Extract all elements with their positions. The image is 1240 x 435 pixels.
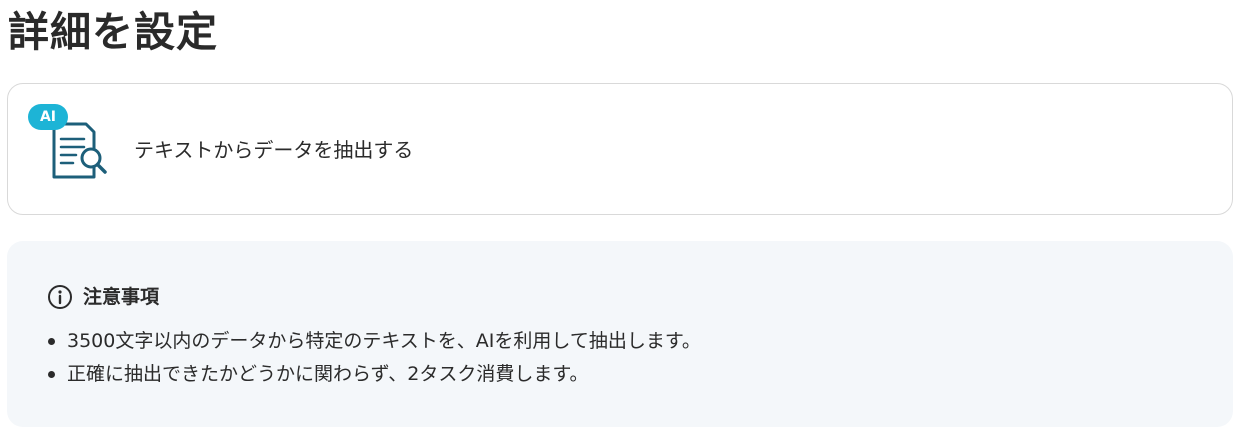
notice-list: 3500文字以内のデータから特定のテキストを、AIを利用して抽出します。 正確に… [45, 325, 701, 391]
document-search-icon: AI [26, 102, 116, 202]
notice-title: 注意事項 [83, 286, 160, 308]
settings-page: 詳細を設定 AI テキストからデータを抽出する 注意事項 3500文字以内のデー… [0, 0, 1240, 435]
page-title: 詳細を設定 [8, 8, 218, 56]
ai-badge-label: AI [39, 109, 57, 125]
notice-item: 正確に抽出できたかどうかに関わらず、2タスク消費します。 [45, 358, 701, 391]
notice-box: 注意事項 3500文字以内のデータから特定のテキストを、AIを利用して抽出します… [7, 241, 1233, 427]
notice-item: 3500文字以内のデータから特定のテキストを、AIを利用して抽出します。 [45, 325, 701, 358]
action-card-label: テキストからデータを抽出する [134, 138, 414, 162]
extract-text-action-card[interactable]: AI テキストからデータを抽出する [7, 83, 1233, 215]
notice-header: 注意事項 [47, 283, 159, 311]
info-icon [47, 284, 73, 310]
